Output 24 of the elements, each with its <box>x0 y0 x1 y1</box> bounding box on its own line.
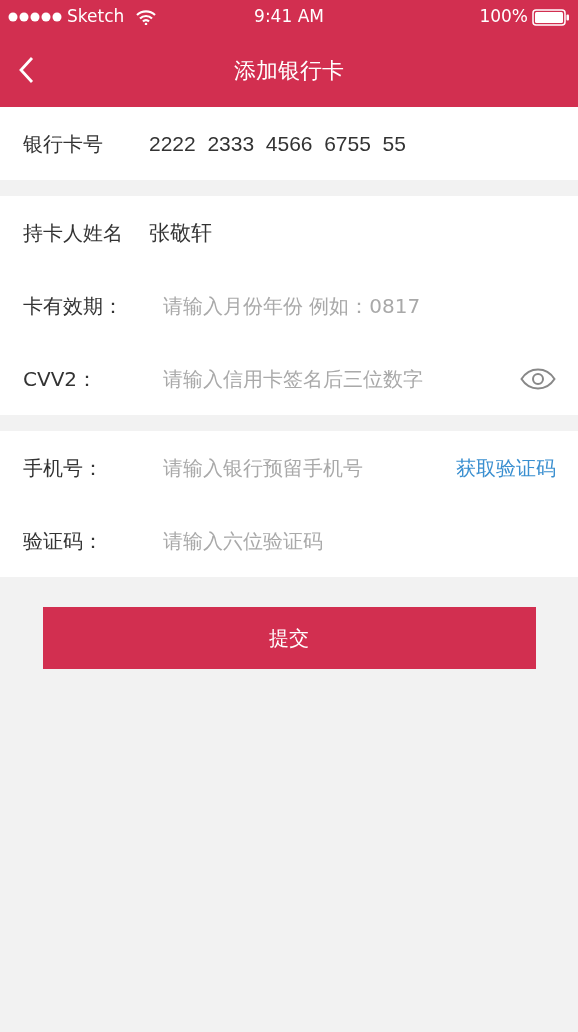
wifi-icon <box>136 9 157 25</box>
input-field[interactable]: 请输入月份年份 例如：0817 <box>163 290 556 321</box>
field-value: 2222 2333 4566 6755 55 <box>149 130 406 157</box>
eye-icon <box>520 368 556 390</box>
field-label: 手机号： <box>23 454 104 482</box>
field-label: 持卡人姓名 <box>23 219 124 247</box>
get-code-link[interactable]: 获取验证码 <box>456 452 556 483</box>
page-title: 添加银行卡 <box>234 57 344 85</box>
battery-icon <box>532 8 570 26</box>
back-icon <box>18 56 34 84</box>
field-label: CVV2： <box>23 365 99 393</box>
field-label: 银行卡号 <box>23 130 104 158</box>
signal-icon <box>8 12 63 22</box>
input-field[interactable]: 请输入银行预留手机号 <box>163 452 456 483</box>
input-field[interactable]: 请输入六位验证码 <box>163 525 556 556</box>
show-password-button[interactable] <box>520 366 556 391</box>
field-value: 张敬轩 <box>149 219 212 246</box>
input-field[interactable]: 请输入信用卡签名后三位数字 <box>163 363 520 394</box>
carrier-name: Sketch <box>67 5 125 29</box>
status-time: 9:41 AM <box>254 5 324 29</box>
submit-button[interactable]: 提交 <box>42 607 536 669</box>
field-label: 卡有效期： <box>23 292 124 320</box>
field-label: 验证码： <box>23 527 104 555</box>
battery-percent: 100% <box>479 5 528 29</box>
